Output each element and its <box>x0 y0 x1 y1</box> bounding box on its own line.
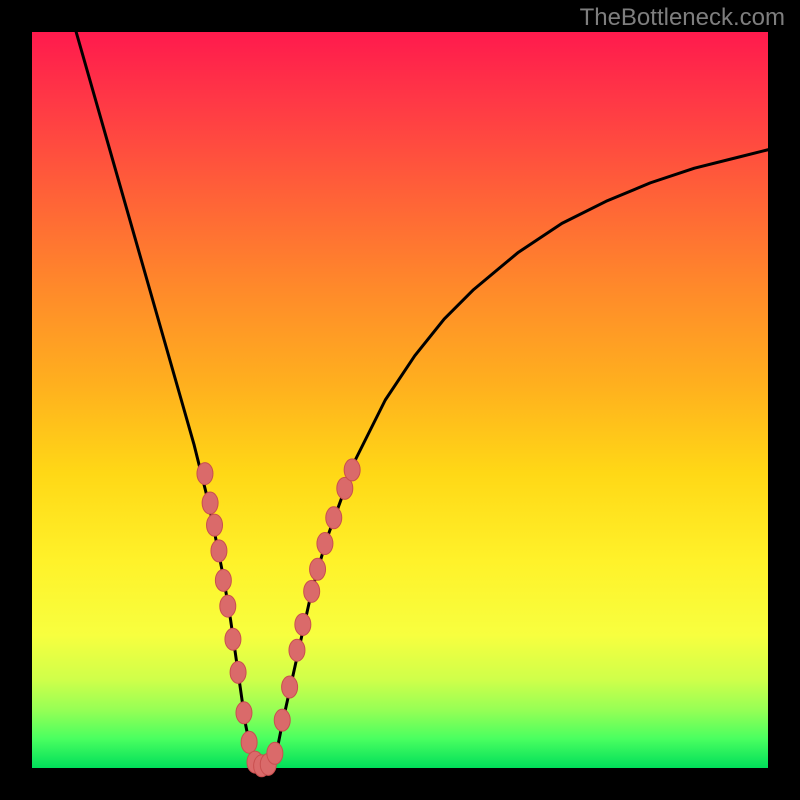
curve-marker <box>344 459 360 481</box>
curve-marker <box>211 540 227 562</box>
curve-marker <box>326 507 342 529</box>
curve-marker <box>274 709 290 731</box>
bottleneck-curve <box>76 32 768 768</box>
curve-marker <box>236 702 252 724</box>
plot-area <box>32 32 768 768</box>
curve-svg <box>32 32 768 768</box>
curve-marker <box>225 628 241 650</box>
chart-frame: TheBottleneck.com <box>0 0 800 800</box>
curve-marker <box>289 639 305 661</box>
curve-marker <box>220 595 236 617</box>
curve-marker <box>310 558 326 580</box>
curve-marker <box>304 580 320 602</box>
curve-marker <box>241 731 257 753</box>
curve-marker <box>207 514 223 536</box>
curve-marker <box>202 492 218 514</box>
curve-marker <box>317 533 333 555</box>
curve-marker <box>215 569 231 591</box>
curve-marker <box>197 463 213 485</box>
curve-marker <box>295 613 311 635</box>
curve-marker <box>282 676 298 698</box>
curve-marker <box>230 661 246 683</box>
curve-marker <box>267 742 283 764</box>
curve-markers <box>197 459 360 777</box>
watermark-text: TheBottleneck.com <box>580 4 785 32</box>
